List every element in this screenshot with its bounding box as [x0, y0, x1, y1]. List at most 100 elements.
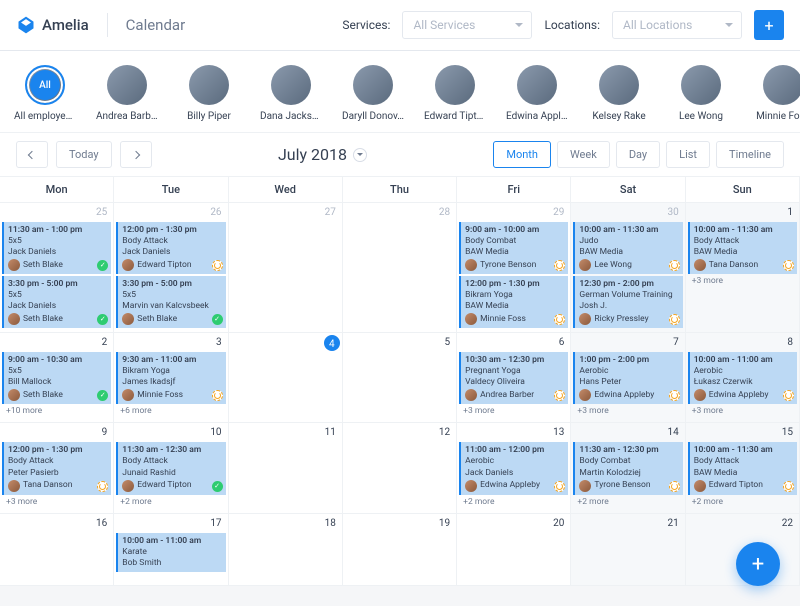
day-number: 5: [345, 335, 454, 350]
calendar-cell[interactable]: 21: [571, 514, 685, 586]
more-events-link[interactable]: +2 more: [573, 495, 682, 509]
calendar-cell[interactable]: 299:00 am - 10:00 amBody CombatBAW Media…: [457, 203, 571, 333]
calendar-cell[interactable]: 71:00 pm - 2:00 pmAerobicHans PeterEdwin…: [571, 333, 685, 423]
more-events-link[interactable]: +3 more: [573, 404, 682, 418]
calendar-event[interactable]: 12:00 pm - 1:30 pmBikram YogaBAW MediaMi…: [459, 276, 568, 328]
employee-filter-5[interactable]: Edward Tipton: [426, 65, 484, 122]
more-events-link[interactable]: +3 more: [2, 495, 111, 509]
calendar-cell[interactable]: 16: [0, 514, 114, 586]
calendar-event[interactable]: 9:00 am - 10:00 amBody CombatBAW MediaTy…: [459, 222, 568, 274]
calendar-cell[interactable]: 1510:00 am - 11:30 amBody AttackBAW Medi…: [686, 423, 800, 513]
calendar-event[interactable]: 10:00 am - 11:30 amJudoBAW MediaLee Wong: [573, 222, 682, 274]
employee-filter-0[interactable]: AllAll employees: [16, 65, 74, 122]
attendee-avatar: [465, 313, 477, 325]
view-month[interactable]: Month: [493, 141, 551, 168]
calendar-cell[interactable]: 11: [229, 423, 343, 513]
more-events-link[interactable]: +3 more: [688, 274, 797, 288]
calendar-event[interactable]: 10:00 am - 11:00 amKarateBob Smith: [116, 533, 225, 572]
employee-filter-2[interactable]: Billy Piper: [180, 65, 238, 122]
calendar-cell[interactable]: 2511:30 am - 1:00 pm5x5Jack DanielsSeth …: [0, 203, 114, 333]
more-events-link[interactable]: +2 more: [688, 495, 797, 509]
calendar-event[interactable]: 11:30 am - 12:30 pmBody CombatMartin Kol…: [573, 442, 682, 494]
view-list[interactable]: List: [666, 141, 710, 168]
calendar-event[interactable]: 10:00 am - 11:00 amAerobicŁukasz Czerwik…: [688, 352, 797, 404]
attendee-avatar: [465, 480, 477, 492]
day-number: 17: [116, 516, 225, 531]
calendar-cell[interactable]: 4: [229, 333, 343, 423]
attendee-avatar: [122, 259, 134, 271]
brand-name: Amelia: [42, 16, 89, 34]
calendar-event[interactable]: 3:30 pm - 5:00 pm5x5Jack DanielsSeth Bla…: [2, 276, 111, 328]
calendar-cell[interactable]: 912:00 pm - 1:30 pmBody AttackPeter Pasi…: [0, 423, 114, 513]
calendar-event[interactable]: 10:00 am - 11:30 amBody AttackBAW MediaT…: [688, 222, 797, 274]
calendar-cell[interactable]: 19: [343, 514, 457, 586]
calendar-cell[interactable]: 39:30 am - 11:00 amBikram YogaJames Ikad…: [114, 333, 228, 423]
employee-filter-1[interactable]: Andrea Barber: [98, 65, 156, 122]
attendee-avatar: [8, 259, 20, 271]
calendar-event[interactable]: 11:00 am - 12:00 pmAerobicJack DanielsEd…: [459, 442, 568, 494]
calendar-cell[interactable]: 1411:30 am - 12:30 pmBody CombatMartin K…: [571, 423, 685, 513]
view-week[interactable]: Week: [557, 141, 610, 168]
calendar-event[interactable]: 12:30 pm - 2:00 pmGerman Volume Training…: [573, 276, 682, 328]
more-events-link[interactable]: +3 more: [688, 404, 797, 418]
calendar-cell[interactable]: 28: [343, 203, 457, 333]
calendar-event[interactable]: 10:30 am - 12:30 pmPregnant YogaValdecy …: [459, 352, 568, 404]
calendar-cell[interactable]: 18: [229, 514, 343, 586]
day-number: 1: [688, 205, 797, 220]
more-events-link[interactable]: +3 more: [459, 404, 568, 418]
calendar-cell[interactable]: 1011:30 am - 12:30 amBody AttackJunaid R…: [114, 423, 228, 513]
calendar-cell[interactable]: 17 10:00 am - 11:00 amKarateBob Smith: [114, 514, 228, 586]
employee-name: Daryll Donov...: [342, 111, 404, 122]
calendar-cell[interactable]: 1311:00 am - 12:00 pmAerobicJack Daniels…: [457, 423, 571, 513]
next-button[interactable]: [120, 141, 152, 168]
attendee-avatar: [8, 480, 20, 492]
calendar-cell[interactable]: 27: [229, 203, 343, 333]
weekday-header: Thu: [343, 177, 457, 202]
calendar-cell[interactable]: 810:00 am - 11:00 amAerobicŁukasz Czerwi…: [686, 333, 800, 423]
month-label[interactable]: July 2018: [278, 145, 367, 164]
calendar-event[interactable]: 3:30 pm - 5:00 pm5x5Marvin van Kalcvsbee…: [116, 276, 225, 328]
day-number: 19: [345, 516, 454, 531]
locations-select[interactable]: All Locations: [612, 11, 742, 39]
calendar-cell[interactable]: 20: [457, 514, 571, 586]
calendar-cell[interactable]: 610:30 am - 12:30 pmPregnant YogaValdecy…: [457, 333, 571, 423]
calendar-event[interactable]: 9:00 am - 10:30 am5x5Bill MallockSeth Bl…: [2, 352, 111, 404]
calendar-cell[interactable]: 29:00 am - 10:30 am5x5Bill MallockSeth B…: [0, 333, 114, 423]
more-events-link[interactable]: +10 more: [2, 404, 111, 418]
attendee-avatar: [122, 313, 134, 325]
calendar-cell[interactable]: 5: [343, 333, 457, 423]
employee-filter-8[interactable]: Lee Wong: [672, 65, 730, 122]
today-button[interactable]: Today: [56, 141, 112, 168]
employee-name: Dana Jackson: [260, 111, 322, 122]
view-timeline[interactable]: Timeline: [716, 141, 784, 168]
day-number: 22: [688, 516, 797, 531]
calendar-cell[interactable]: 12: [343, 423, 457, 513]
more-events-link[interactable]: +2 more: [459, 495, 568, 509]
calendar-event[interactable]: 11:30 am - 1:00 pm5x5Jack DanielsSeth Bl…: [2, 222, 111, 274]
calendar-event[interactable]: 9:30 am - 11:00 amBikram YogaJames Ikads…: [116, 352, 225, 404]
calendar-event[interactable]: 10:00 am - 11:30 amBody AttackBAW MediaE…: [688, 442, 797, 494]
more-events-link[interactable]: +6 more: [116, 404, 225, 418]
calendar-cell[interactable]: 1 10:00 am - 11:30 amBody AttackBAW Media…: [686, 203, 800, 333]
status-badge-pending: [783, 481, 794, 492]
employee-filter-6[interactable]: Edwina Appl...: [508, 65, 566, 122]
day-number: 26: [116, 205, 225, 220]
calendar-event[interactable]: 12:00 pm - 1:30 pmBody AttackJack Daniel…: [116, 222, 225, 274]
employee-filter-7[interactable]: Kelsey Rake: [590, 65, 648, 122]
calendar-event[interactable]: 11:30 am - 12:30 amBody AttackJunaid Ras…: [116, 442, 225, 494]
view-day[interactable]: Day: [616, 141, 660, 168]
employee-filter-4[interactable]: Daryll Donov...: [344, 65, 402, 122]
employee-filter-3[interactable]: Dana Jackson: [262, 65, 320, 122]
calendar-event[interactable]: 1:00 pm - 2:00 pmAerobicHans PeterEdwina…: [573, 352, 682, 404]
fab-add-button[interactable]: +: [736, 542, 780, 586]
day-number: 20: [459, 516, 568, 531]
prev-button[interactable]: [16, 141, 48, 168]
weekday-header: Fri: [457, 177, 571, 202]
calendar-event[interactable]: 12:00 pm - 1:30 pmBody AttackPeter Pasie…: [2, 442, 111, 494]
more-events-link[interactable]: +2 more: [116, 495, 225, 509]
services-select[interactable]: All Services: [402, 11, 532, 39]
employee-filter-9[interactable]: Minnie Foss: [754, 65, 800, 122]
calendar-cell[interactable]: 3010:00 am - 11:30 amJudoBAW MediaLee Wo…: [571, 203, 685, 333]
add-button[interactable]: +: [754, 10, 784, 40]
calendar-cell[interactable]: 26 12:00 pm - 1:30 pmBody AttackJack Dani…: [114, 203, 228, 333]
